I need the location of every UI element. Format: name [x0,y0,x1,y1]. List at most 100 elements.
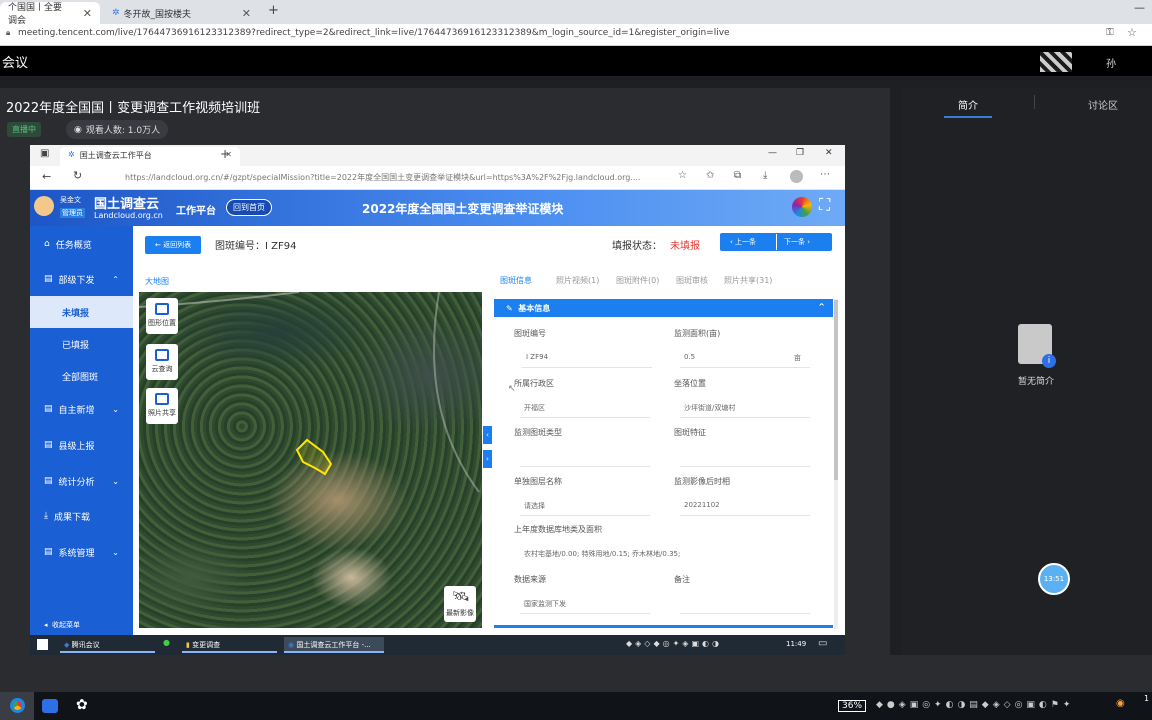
sidebar-item[interactable]: ⌂ 任务概览 [30,228,133,260]
eye-icon: ◉ [74,124,82,135]
module-title: 2022年度全国国土变更调查举证模块 [362,202,564,216]
fullscreen-icon[interactable]: ⛶ [819,195,830,215]
tab-intro[interactable]: 简介 [958,97,978,112]
star-icon[interactable]: ☆ [678,170,687,181]
collapse-menu-button[interactable]: ◂ 收起菜单 [44,620,80,630]
field-value[interactable]: I ZF94 [526,353,548,361]
home-button[interactable]: 回到首页 [226,199,272,216]
field-value[interactable]: 沙坪街道/双塘村 [684,403,735,413]
info-tab[interactable]: 图斑附件(0) [616,275,659,286]
zoom-indicator[interactable]: 36% [838,700,867,712]
close-icon[interactable]: ✕ [83,7,92,20]
app-tray-icon[interactable]: ◉ [1116,698,1125,709]
empty-intro-text: 暂无简介 [1018,377,1055,387]
taskbar-item[interactable]: ◆ 腾讯会议 [60,637,155,653]
field-value[interactable]: 0.5 [684,353,695,361]
profile-icon[interactable] [790,170,803,183]
section-header[interactable]: ✎ 基本信息 ^ [494,299,833,317]
patch-outline [295,438,333,476]
inner-url-text[interactable]: https://landcloud.org.cn/#/gzpt/specialM… [125,172,645,183]
sidebar-item[interactable]: 已填报 [30,328,133,360]
tray-icons[interactable]: ◆●◈▣◎✦◐◑▤◆◈◇◎▣◐⚑✦ [876,700,1074,710]
avatar[interactable] [1040,52,1072,72]
browser-tab-meeting[interactable]: 个国国丨全要调会 ✕ [0,2,100,26]
browser-tab-second[interactable]: ✲ 冬开故_国按楼夫 ✕ [104,2,259,24]
refresh-icon[interactable]: ↻ [73,169,82,182]
restore-icon[interactable]: ❐ [796,148,804,158]
field-value[interactable]: 国家监测下发 [524,599,566,609]
field-value[interactable]: 20221102 [684,501,720,509]
avatar[interactable] [34,196,54,216]
latest-image-label: 最新影像 [446,609,474,617]
inner-tab-bar: ▣ ✲ 国土调查云工作平台 ✕ + — ❐ ✕ [30,145,845,166]
info-tab[interactable]: 照片共享(31) [724,275,772,286]
field-label: 上年度数据库地类及面积 [514,525,602,534]
info-tab[interactable]: 图斑审核 [676,275,708,286]
sidebar-item-label: 任务概览 [55,240,92,251]
platform-label: 工作平台 [176,206,216,217]
taskbar-item[interactable]: ▮ 变更调查 [182,637,277,653]
url-bar[interactable]: meeting.tencent.com/live/176447369161233… [0,24,1152,46]
latest-image-button[interactable]: 🛰︎ 最新影像 [444,586,476,622]
next-button[interactable]: 下一条 › [784,237,810,247]
sidebar-item[interactable]: ▤ 统计分析 ⌄ [30,465,133,497]
field-underline [520,417,650,418]
satellite-map[interactable] [139,292,482,628]
photo-share-button[interactable]: 照片共享 [146,388,178,424]
divider [1034,95,1035,109]
taskbar-item-label: 变更调查 [192,641,221,649]
outer-taskbar: ✿ 36% ◆●◈▣◎✦◐◑▤◆◈◇◎▣◐⚑✦ ◉ 1 [0,692,1152,720]
collapse-left-icon[interactable]: ‹ [483,426,492,444]
minimize-icon[interactable]: — [1134,1,1145,14]
star-icon[interactable]: ☆ [1127,26,1137,39]
timer-bubble[interactable]: 13:51 [1038,563,1070,595]
scrollbar-thumb[interactable] [834,300,838,480]
settings-app-icon[interactable]: ✿ [76,697,88,713]
taskbar-item-active[interactable]: ◉ 国土调查云工作平台 -... [284,637,384,653]
close-window-icon[interactable]: ✕ [825,148,833,158]
info-tab[interactable]: 图斑信息 [500,275,532,286]
list-icon: ▤ [44,476,53,486]
meeting-app-icon[interactable] [42,699,58,713]
field-value[interactable]: 请选择 [524,501,545,511]
tab-discussion[interactable]: 讨论区 [1088,97,1118,112]
info-tab[interactable]: 照片视频(1) [556,275,599,286]
more-icon[interactable]: ⋯ [820,169,830,180]
tray-icons[interactable]: ◆◈◇◆◎✦◈▣◐◑ [626,639,722,648]
inner-tab[interactable]: ✲ 国土调查云工作平台 ✕ [60,147,240,166]
shape-location-button[interactable]: 图形位置 [146,298,178,334]
back-to-list-button[interactable]: ← 返回列表 [145,236,202,254]
close-icon[interactable]: ✕ [242,7,251,20]
start-icon[interactable] [37,639,48,650]
tab-list-icon[interactable]: ▣ [40,148,49,159]
prev-button[interactable]: ‹ 上一条 [730,237,756,247]
clock: 1 [1144,694,1150,703]
favorites-icon[interactable]: ✩ [706,170,714,181]
field-value[interactable]: 农村宅基地/0.00; 特殊用地/0.15; 乔木林地/0.35; [524,549,680,559]
sidebar-item[interactable]: ▤ 自主新增 ⌄ [30,393,133,425]
sidebar-item[interactable]: 全部图斑 [30,360,133,392]
minimize-icon[interactable]: — [768,148,777,158]
expand-right-icon[interactable]: › [483,450,492,468]
back-arrow-icon[interactable]: ← [42,170,51,183]
new-tab-icon[interactable]: + [268,3,279,18]
sidebar-item[interactable]: ▤ 部级下发 ⌃ [30,263,133,295]
big-map-link[interactable]: 大地图 [145,276,169,287]
sidebar-item[interactable]: ⤓ 成果下载 [30,500,133,532]
sidebar-item[interactable]: ▤ 县级上报 [30,429,133,461]
notification-icon[interactable]: ▭ [818,638,827,649]
meeting-icon: ◆ [64,641,70,649]
field-value[interactable]: 开福区 [524,403,545,413]
sidebar-item[interactable]: ▤ 系统管理 ⌄ [30,536,133,568]
new-tab-icon[interactable]: + [220,147,230,161]
color-wheel-icon[interactable] [792,197,812,217]
collections-icon[interactable]: ⧉ [734,170,741,181]
sidebar-item[interactable]: 未填报 [30,296,133,328]
key-icon[interactable]: ⚿ [1106,27,1114,38]
download-icon[interactable]: ⤓ [763,170,767,181]
wechat-icon[interactable]: ● [163,638,170,647]
cloud-query-button[interactable]: 云查询 [146,344,178,380]
section-footer [494,625,833,628]
user-name[interactable]: 孙 [1106,55,1116,70]
sidebar-item-label: 成果下载 [53,512,90,523]
